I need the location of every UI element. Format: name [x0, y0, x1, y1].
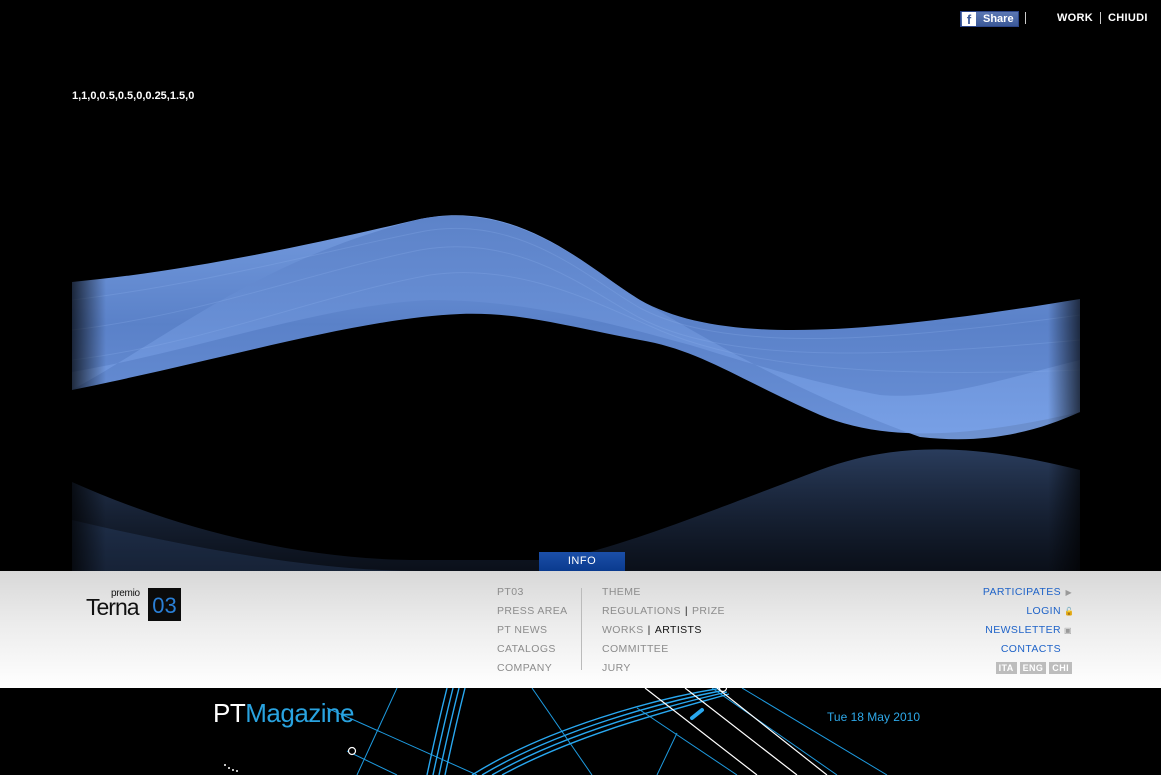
nav-item: COMPANY	[497, 662, 568, 681]
lang-ita-button[interactable]: ITA	[995, 662, 1017, 674]
nav-pipe: |	[647, 624, 651, 636]
nav-item: COMMITTEE	[602, 643, 725, 662]
nav-catalogs[interactable]: CATALOGS	[497, 643, 556, 655]
nav-theme[interactable]: THEME	[602, 586, 641, 598]
nav-prize[interactable]: PRIZE	[692, 605, 725, 617]
nav-column-1: PT03 PRESS AREA PT NEWS CATALOGS COMPANY	[497, 586, 568, 681]
nav-regulations[interactable]: REGULATIONS	[602, 605, 681, 617]
newsletter-icon: ▣	[1064, 626, 1072, 635]
nav-works[interactable]: WORKS	[602, 624, 644, 636]
nav-item: NEWSLETTER ▣	[983, 624, 1072, 643]
nav-artists[interactable]: ARTISTS	[655, 624, 702, 636]
play-arrow-icon: ▶	[1065, 588, 1072, 597]
nav-column-right: PARTICIPATES ▶ LOGIN 🔓 NEWSLETTER ▣ CONTACT…	[983, 586, 1075, 681]
newsletter-link[interactable]: NEWSLETTER	[985, 624, 1061, 636]
nav-column-2: THEME REGULATIONS | PRIZE WORKS | ARTISTS CO…	[602, 586, 725, 681]
nav-item: REGULATIONS | PRIZE	[602, 605, 725, 624]
logo-number: 03	[148, 588, 181, 621]
nav-item: PARTICIPATES ▶	[983, 586, 1072, 605]
nav-divider	[581, 588, 582, 670]
language-switcher: ITA ENG CHI	[983, 662, 1072, 681]
ribbon-artwork	[66, 215, 1088, 571]
info-tab[interactable]: INFO	[539, 552, 625, 571]
magazine-title-word: Magazine	[245, 698, 354, 728]
magazine-date: Tue 18 May 2010	[827, 710, 920, 724]
nav-item: LOGIN 🔓	[983, 605, 1075, 624]
nav-item: THEME	[602, 586, 725, 605]
premio-terna-logo[interactable]: premio Terna 03	[86, 588, 186, 622]
login-link[interactable]: LOGIN	[1026, 605, 1061, 617]
logo-terna-text: Terna	[86, 594, 140, 620]
nav-pt-news[interactable]: PT NEWS	[497, 624, 547, 636]
pt-magazine-banner[interactable]: PTMagazine Tue 18 May 2010	[197, 688, 964, 775]
nav-press-area[interactable]: PRESS AREA	[497, 605, 568, 617]
nav-item: PT NEWS	[497, 624, 568, 643]
nav-pt03[interactable]: PT03	[497, 586, 524, 598]
magazine-title-pt: PT	[213, 698, 246, 728]
nav-committee[interactable]: COMMITTEE	[602, 643, 669, 655]
nav-pipe: |	[684, 605, 689, 617]
footer-nav: premio Terna 03 PT03 PRESS AREA PT NEWS …	[0, 571, 1161, 688]
magazine-title: PTMagazine	[213, 698, 354, 729]
participates-link[interactable]: PARTICIPATES	[983, 586, 1061, 598]
nav-item: PT03	[497, 586, 568, 605]
nav-item: CATALOGS	[497, 643, 568, 662]
nav-item: CONTACTS	[983, 643, 1072, 662]
lang-chi-button[interactable]: CHI	[1049, 662, 1072, 674]
nav-company[interactable]: COMPANY	[497, 662, 552, 674]
nav-item: PRESS AREA	[497, 605, 568, 624]
nav-item: JURY	[602, 662, 725, 681]
nav-jury[interactable]: JURY	[602, 662, 631, 674]
lang-eng-button[interactable]: ENG	[1019, 662, 1047, 674]
page-root: f Share WORK CHIUDI 1,1,0,0.5,0.5,0,0.25…	[0, 0, 1161, 775]
lock-icon: 🔓	[1064, 607, 1075, 616]
contacts-link[interactable]: CONTACTS	[1001, 643, 1061, 655]
nav-item: WORKS | ARTISTS	[602, 624, 725, 643]
